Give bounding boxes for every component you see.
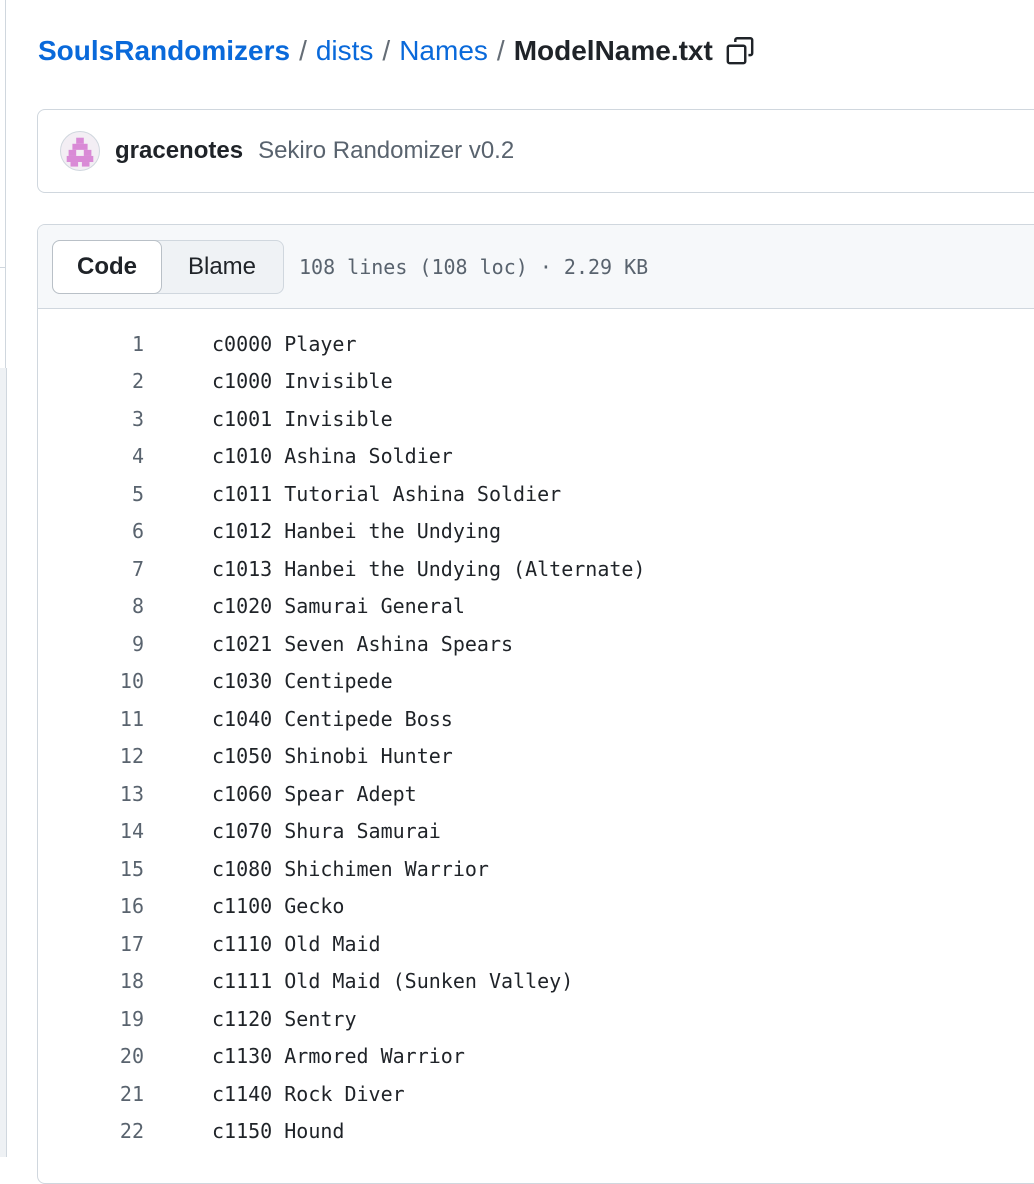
code-line: 5 c1011 Tutorial Ashina Soldier: [38, 475, 1034, 513]
code-line: 17 c1110 Old Maid: [38, 925, 1034, 963]
breadcrumb-separator: /: [382, 35, 391, 66]
line-number[interactable]: 21: [38, 1082, 144, 1106]
file-header: Code Blame 108 lines (108 loc) · 2.29 KB: [38, 225, 1034, 309]
line-content: c1001 Invisible: [212, 406, 393, 431]
commit-author[interactable]: gracenotes: [115, 137, 243, 165]
line-number[interactable]: 11: [38, 707, 144, 731]
line-content: c0000 Player: [212, 331, 357, 356]
line-number[interactable]: 16: [38, 894, 144, 918]
code-line: 13 c1060 Spear Adept: [38, 775, 1034, 813]
code-line: 9 c1021 Seven Ashina Spears: [38, 625, 1034, 663]
line-content: c1150 Hound: [212, 1119, 345, 1144]
code-line: 4 c1010 Ashina Soldier: [38, 438, 1034, 476]
line-number[interactable]: 17: [38, 932, 144, 956]
code-line: 12 c1050 Shinobi Hunter: [38, 738, 1034, 776]
line-number[interactable]: 20: [38, 1044, 144, 1068]
code-line: 3 c1001 Invisible: [38, 400, 1034, 438]
copy-path-button[interactable]: [725, 36, 755, 66]
line-number[interactable]: 4: [38, 444, 144, 468]
line-content: c1010 Ashina Soldier: [212, 444, 453, 469]
copy-icon: [726, 37, 754, 65]
line-number[interactable]: 9: [38, 632, 144, 656]
line-content: c1070 Shura Samurai: [212, 819, 441, 844]
view-mode-toggle: Code Blame: [52, 239, 284, 294]
line-content: c1011 Tutorial Ashina Soldier: [212, 481, 562, 506]
code-line: 15 c1080 Shichimen Warrior: [38, 850, 1034, 888]
tab-code[interactable]: Code: [52, 239, 162, 294]
line-content: c1050 Shinobi Hunter: [212, 744, 453, 769]
line-number[interactable]: 14: [38, 819, 144, 843]
identicon-avatar: [66, 137, 94, 167]
code-line: 2 c1000 Invisible: [38, 363, 1034, 401]
latest-commit-bar: gracenotes Sekiro Randomizer v0.2: [37, 109, 1034, 193]
code-line: 19 c1120 Sentry: [38, 1000, 1034, 1038]
line-number[interactable]: 3: [38, 407, 144, 431]
tab-blame[interactable]: Blame: [161, 241, 283, 293]
line-number[interactable]: 19: [38, 1007, 144, 1031]
file-stats: 108 lines (108 loc) · 2.29 KB: [299, 254, 649, 279]
line-number[interactable]: 7: [38, 557, 144, 581]
line-content: c1020 Samurai General: [212, 594, 465, 619]
line-number[interactable]: 5: [38, 482, 144, 506]
code-line: 7 c1013 Hanbei the Undying (Alternate): [38, 550, 1034, 588]
commit-message[interactable]: Sekiro Randomizer v0.2: [258, 137, 514, 165]
line-content: c1000 Invisible: [212, 369, 393, 394]
code-line: 22 c1150 Hound: [38, 1113, 1034, 1151]
line-content: c1021 Seven Ashina Spears: [212, 631, 514, 656]
breadcrumb-repo-link[interactable]: SoulsRandomizers: [38, 35, 290, 67]
line-number[interactable]: 22: [38, 1119, 144, 1143]
sidebar-divider: [0, 267, 6, 268]
file-name: ModelName.txt: [513, 35, 713, 66]
line-content: c1130 Armored Warrior: [212, 1044, 465, 1069]
line-number[interactable]: 15: [38, 857, 144, 881]
file-viewer: Code Blame 108 lines (108 loc) · 2.29 KB…: [37, 224, 1034, 1184]
line-content: c1013 Hanbei the Undying (Alternate): [212, 556, 646, 581]
line-content: c1111 Old Maid (Sunken Valley): [212, 969, 574, 994]
breadcrumb-dists-link[interactable]: dists: [316, 35, 374, 67]
code-line: 6 c1012 Hanbei the Undying: [38, 513, 1034, 551]
line-number[interactable]: 13: [38, 782, 144, 806]
line-content: c1100 Gecko: [212, 894, 345, 919]
code-listing: 1 c0000 Player 2 c1000 Invisible 3 c1001 Invi…: [38, 309, 1034, 1150]
breadcrumb: SoulsRandomizers / dists / Names / Model…: [38, 26, 755, 76]
code-line: 10 c1030 Centipede: [38, 663, 1034, 701]
code-line: 20 c1130 Armored Warrior: [38, 1038, 1034, 1076]
line-number[interactable]: 2: [38, 369, 144, 393]
code-line: 1 c0000 Player: [38, 325, 1034, 363]
line-content: c1012 Hanbei the Undying: [212, 519, 501, 544]
breadcrumb-names-link[interactable]: Names: [399, 35, 488, 67]
line-number[interactable]: 6: [38, 519, 144, 543]
author-avatar[interactable]: [60, 131, 100, 171]
code-line: 14 c1070 Shura Samurai: [38, 813, 1034, 851]
line-content: c1080 Shichimen Warrior: [212, 856, 489, 881]
line-content: c1110 Old Maid: [212, 931, 381, 956]
code-line: 21 c1140 Rock Diver: [38, 1075, 1034, 1113]
line-number[interactable]: 10: [38, 669, 144, 693]
line-number[interactable]: 1: [38, 332, 144, 356]
code-line: 18 c1111 Old Maid (Sunken Valley): [38, 963, 1034, 1001]
line-content: c1140 Rock Diver: [212, 1081, 405, 1106]
line-number[interactable]: 18: [38, 969, 144, 993]
breadcrumb-separator: /: [496, 35, 505, 66]
line-content: c1040 Centipede Boss: [212, 706, 453, 731]
breadcrumb-separator: /: [299, 35, 307, 66]
code-line: 8 c1020 Samurai General: [38, 588, 1034, 626]
line-number[interactable]: 8: [38, 594, 144, 618]
line-content: c1060 Spear Adept: [212, 781, 417, 806]
code-line: 11 c1040 Centipede Boss: [38, 700, 1034, 738]
sidebar-scroll-track[interactable]: [0, 368, 7, 1157]
line-number[interactable]: 12: [38, 744, 144, 768]
code-line: 16 c1100 Gecko: [38, 888, 1034, 926]
line-content: c1120 Sentry: [212, 1006, 357, 1031]
line-content: c1030 Centipede: [212, 669, 393, 694]
